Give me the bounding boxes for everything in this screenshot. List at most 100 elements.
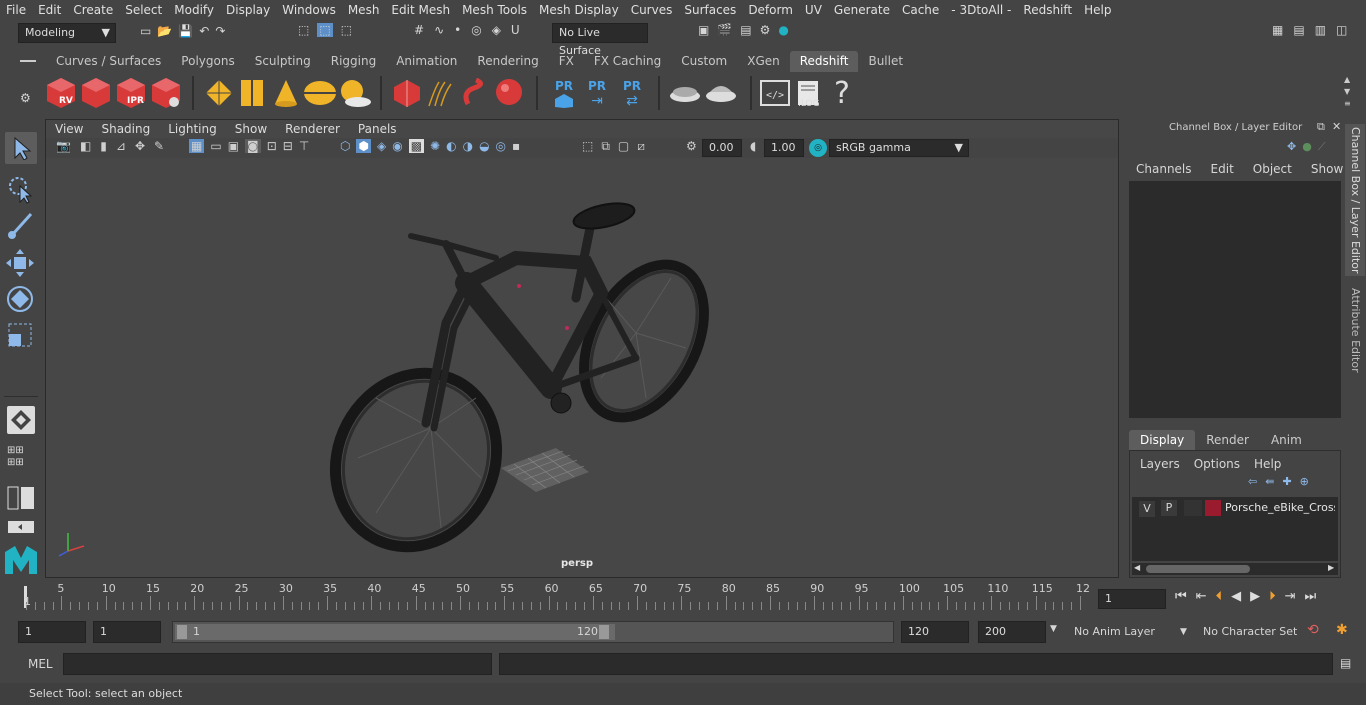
current-frame-field[interactable]: 1 xyxy=(1098,589,1166,609)
new-layer-selected-icon[interactable]: ⊕ xyxy=(1300,475,1309,488)
camera-attributes-icon[interactable]: ◧ xyxy=(80,139,91,153)
snap-curve-icon[interactable]: ∿ xyxy=(434,23,444,37)
persp-outliner-layout-icon[interactable] xyxy=(7,486,35,510)
paint-select-tool-icon[interactable] xyxy=(5,210,35,243)
redshift-proxy-icon[interactable] xyxy=(203,78,235,108)
grease-pencil-icon[interactable]: ✎ xyxy=(154,139,164,153)
redshift-render-icon[interactable] xyxy=(80,76,112,110)
redshift-dome-light-icon[interactable] xyxy=(303,78,337,108)
shelf-tab-curves-surfaces[interactable]: Curves / Surfaces xyxy=(46,51,171,72)
step-forward-frame-icon[interactable]: ⏵ xyxy=(1269,589,1276,604)
save-scene-icon[interactable]: 💾 xyxy=(178,24,193,38)
shelf-tab-rendering[interactable]: Rendering xyxy=(467,51,548,72)
snap-grid-icon[interactable]: # xyxy=(414,23,424,37)
redo-icon[interactable]: ↷ xyxy=(215,24,225,38)
pr-export-icon[interactable]: PR ⇥ xyxy=(583,76,611,112)
time-slider[interactable]: 1 5 10 15 20 25 30 35 40 45 50 55 60 65 70 75 80 85 90 95 10… xyxy=(18,582,1092,610)
playback-end-field[interactable]: 120 xyxy=(901,621,969,643)
new-layer-icon[interactable]: ✚ xyxy=(1282,475,1291,488)
menu-cache[interactable]: Cache xyxy=(896,3,945,17)
playback-start-field[interactable]: 1 xyxy=(93,621,161,643)
motion-blur-icon[interactable]: ◑ xyxy=(463,139,473,153)
anti-aliasing-icon[interactable]: ◒ xyxy=(479,139,489,153)
screen-space-ao-icon[interactable]: ◐ xyxy=(446,139,456,153)
new-scene-icon[interactable]: ▭ xyxy=(140,24,151,38)
menu-help[interactable]: Help xyxy=(1078,3,1117,17)
select-by-hierarchy-icon[interactable]: ⬚ xyxy=(298,23,309,37)
menu-surfaces[interactable]: Surfaces xyxy=(678,3,742,17)
menu-modify[interactable]: Modify xyxy=(168,3,220,17)
hyper-icon[interactable]: ⟋ xyxy=(1318,140,1326,154)
layer-scrollbar[interactable]: ◀ ▶ xyxy=(1132,563,1338,575)
menu-curves[interactable]: Curves xyxy=(625,3,679,17)
move-tool-icon[interactable] xyxy=(5,248,35,281)
menu-deform[interactable]: Deform xyxy=(742,3,799,17)
snap-surface-icon[interactable]: ◈ xyxy=(492,23,501,37)
range-end-handle[interactable] xyxy=(599,625,609,639)
auto-key-icon[interactable]: ⟲ xyxy=(1307,622,1319,638)
textured-icon[interactable]: ◉ xyxy=(392,139,402,153)
render-view-icon[interactable]: ▣ xyxy=(698,23,709,37)
channel-menu-edit[interactable]: Edit xyxy=(1200,160,1242,178)
mode-dropdown[interactable]: Modeling ▼ xyxy=(18,23,116,43)
redshift-object-id-icon[interactable] xyxy=(392,78,422,108)
ipr-render-icon[interactable]: ▤ xyxy=(740,23,751,37)
lasso-tool-icon[interactable] xyxy=(5,174,35,207)
anim-layer-chevron-icon[interactable]: ▼ xyxy=(1050,624,1057,634)
redshift-lens-icon[interactable] xyxy=(704,78,738,108)
open-scene-icon[interactable]: 📂 xyxy=(157,24,172,38)
step-back-frame-icon[interactable]: ⏴ xyxy=(1216,589,1223,604)
tool-settings-toggle-icon[interactable]: ▥ xyxy=(1315,23,1326,37)
layer-visibility-toggle[interactable]: V xyxy=(1138,500,1156,518)
safe-title-icon[interactable]: ⊤ xyxy=(299,139,309,153)
exposure-field[interactable]: 0.00 xyxy=(702,139,742,157)
gate-mask-icon[interactable]: ◙ xyxy=(245,139,261,153)
range-start-handle[interactable] xyxy=(177,625,187,639)
attribute-editor-side-tab[interactable]: Attribute Editor xyxy=(1345,280,1365,380)
menu-windows[interactable]: Windows xyxy=(276,3,342,17)
menu-uv[interactable]: UV xyxy=(799,3,828,17)
layer-menu-layers[interactable]: Layers xyxy=(1134,455,1188,473)
redshift-sun-sky-icon[interactable] xyxy=(338,78,372,108)
move-layer-up-icon[interactable]: ⇦ xyxy=(1248,475,1257,488)
color-management-icon[interactable]: ◎ xyxy=(809,139,827,157)
field-chart-icon[interactable]: ⊡ xyxy=(267,139,277,153)
go-to-start-icon[interactable]: ⏮ xyxy=(1175,589,1187,604)
redshift-hair-icon[interactable] xyxy=(425,78,455,108)
redshift-settings-icon[interactable] xyxy=(150,76,182,110)
redshift-help-icon[interactable]: ? xyxy=(830,76,854,111)
animation-start-field[interactable]: 1 xyxy=(18,621,86,643)
redshift-curve-icon[interactable] xyxy=(460,78,490,108)
layer-menu-options[interactable]: Options xyxy=(1188,455,1248,473)
layer-tab-render[interactable]: Render xyxy=(1195,430,1260,450)
float-panel-icon[interactable]: ⧉ xyxy=(1317,120,1325,134)
xray-joints-icon[interactable]: ⧉ xyxy=(601,139,610,154)
shelf-tab-polygons[interactable]: Polygons xyxy=(171,51,244,72)
pr-convert-icon[interactable]: PR ⇄ xyxy=(618,76,646,112)
layer-color-swatch[interactable] xyxy=(1205,500,1221,516)
channel-box-side-tab[interactable]: Channel Box / Layer Editor xyxy=(1345,124,1365,276)
image-plane-icon[interactable]: ⊿ xyxy=(116,139,126,153)
timeline-layout-icon[interactable] xyxy=(7,520,35,534)
go-to-end-icon[interactable]: ⏭ xyxy=(1305,589,1317,604)
scroll-up-icon[interactable]: ▲ xyxy=(1344,74,1351,86)
viewport-menu-panels[interactable]: Panels xyxy=(349,120,406,138)
shelf-list-icon[interactable]: ≡ xyxy=(1344,98,1351,110)
speed-icon[interactable]: ● xyxy=(1302,140,1312,154)
shelf-tab-custom[interactable]: Custom xyxy=(671,51,737,72)
redshift-ipr-icon[interactable]: IPR xyxy=(115,76,147,110)
menu-3dtoall[interactable]: - 3DtoAll - xyxy=(945,3,1017,17)
anim-layer-dropdown[interactable]: No Anim Layer ▼ xyxy=(1068,621,1192,643)
ebike-model[interactable] xyxy=(305,199,728,575)
shelf-tab-bullet[interactable]: Bullet xyxy=(858,51,913,72)
color-space-dropdown[interactable]: sRGB gamma ▼ xyxy=(829,139,969,157)
render-settings-icon[interactable]: ⚙ xyxy=(760,23,771,37)
shelf-tab-redshift[interactable]: Redshift xyxy=(789,51,859,72)
scale-tool-icon[interactable] xyxy=(5,320,35,353)
menu-display[interactable]: Display xyxy=(220,3,276,17)
viewport-menu-renderer[interactable]: Renderer xyxy=(276,120,349,138)
modeling-toolkit-icon[interactable]: ▦ xyxy=(1272,23,1283,37)
film-gate-icon[interactable]: ▭ xyxy=(210,139,221,153)
menu-mesh-tools[interactable]: Mesh Tools xyxy=(456,3,533,17)
menu-file[interactable]: File xyxy=(0,3,32,17)
